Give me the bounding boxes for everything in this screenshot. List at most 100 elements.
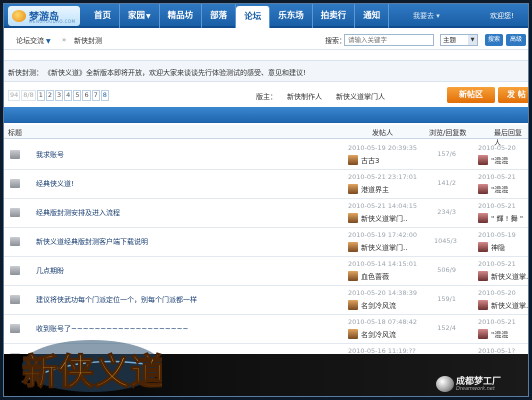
main-nav: 首页 家园▼ 精品坊 部落 论坛 乐东场 拍卖行 通知 bbox=[86, 4, 390, 28]
last-reply-user-link[interactable]: 新侠义道掌.. bbox=[491, 272, 528, 282]
studio-logo: 成都梦工厂 Dreamwork.net bbox=[436, 374, 526, 396]
folder-icon bbox=[10, 150, 20, 159]
author-link[interactable]: 港道界主 bbox=[361, 185, 389, 195]
moderator-label: 版主： bbox=[256, 93, 277, 101]
nav-item-1[interactable]: 家园▼ bbox=[120, 4, 160, 28]
table-header: 标题 发帖人 浏览/回复数 最后回复人 bbox=[4, 125, 528, 147]
breadcrumb-board[interactable]: 新侠封测 bbox=[74, 36, 102, 46]
avatar bbox=[348, 242, 358, 252]
nav-item-4[interactable]: 论坛 bbox=[236, 6, 271, 28]
post-date: 2010-05-21 14:04:15 bbox=[348, 202, 418, 210]
table-row: 几点期盼 2010-05-14 14:15:01 血色蔷薇 506/9 2010-05-… bbox=[4, 257, 528, 286]
avatar bbox=[348, 155, 358, 165]
last-reply-user-link[interactable]: "混混 bbox=[491, 156, 508, 166]
last-reply-user-link[interactable]: " 輝 ! 舞 " bbox=[491, 214, 523, 224]
top-navigation-bar: 梦游岛 MENGYOUDAO.COM 首页 家园▼ 精品坊 部落 论坛 乐东场 拍卖行 通知 … bbox=[4, 4, 528, 28]
post-button[interactable]: 发 帖 bbox=[498, 87, 528, 103]
header-title: 标题 bbox=[8, 129, 22, 137]
last-reply-user-link[interactable]: "混混 bbox=[491, 330, 508, 340]
page-link[interactable]: 8 bbox=[100, 90, 109, 101]
topic-title-link[interactable]: 建议将侠武功每个门派定位一个，别每个门派都一样 bbox=[36, 295, 197, 305]
pagination: 94 8/8 12345678 bbox=[8, 90, 109, 102]
topic-title-link[interactable]: 经典侠义道! bbox=[36, 179, 74, 189]
author-link[interactable]: 名剑冷风流 bbox=[361, 301, 396, 311]
page-link[interactable]: 7 bbox=[91, 90, 100, 101]
author-link[interactable]: 血色蔷薇 bbox=[361, 272, 389, 282]
topic-title-link[interactable]: 经典版封测安排及进入流程 bbox=[36, 208, 120, 218]
table-row: 我求账号 2010-05-19 20:39:35 古古3 157/6 2010-05-2… bbox=[4, 141, 528, 170]
avatar bbox=[478, 300, 488, 310]
post-date: 2010-05-14 14:15:01 bbox=[348, 260, 418, 268]
view-reply-count: 506/9 bbox=[437, 266, 456, 274]
folder-icon bbox=[10, 295, 20, 304]
table-row: 经典侠义道! 2010-05-21 23:17:01 港道界主 141/2 2010-0… bbox=[4, 170, 528, 199]
breadcrumb-forum[interactable]: 论坛交流 ▼ bbox=[16, 36, 51, 46]
post-date: 2010-05-20 14:38:39 bbox=[348, 289, 418, 297]
avatar bbox=[348, 271, 358, 281]
nav-item-0[interactable]: 首页 bbox=[86, 4, 121, 28]
avatar bbox=[478, 184, 488, 194]
author-link[interactable]: 名剑冷风流 bbox=[361, 330, 396, 340]
topic-title-link[interactable]: 我求账号 bbox=[36, 150, 64, 160]
advanced-search-button[interactable]: 高级 bbox=[506, 34, 526, 46]
page-link[interactable]: 2 bbox=[45, 90, 55, 101]
new-post-area-button[interactable]: 新帖区 bbox=[447, 87, 495, 103]
folder-icon bbox=[10, 266, 20, 275]
moderator-link[interactable]: 新侠义道掌门人 bbox=[336, 92, 385, 102]
breadcrumb-bar: 论坛交流▼ » 新侠封测 搜索： 主题▼ 搜索 高级 bbox=[4, 32, 528, 50]
page-link[interactable]: 6 bbox=[82, 90, 91, 101]
avatar bbox=[348, 213, 358, 223]
breadcrumb-separator: » bbox=[62, 36, 67, 44]
last-reply-date: 2010-05-21 bbox=[478, 202, 516, 210]
author-link[interactable]: 新侠义道掌门.. bbox=[361, 243, 407, 253]
search-label: 搜索： bbox=[325, 37, 346, 45]
nav-item-3[interactable]: 部落 bbox=[202, 4, 237, 28]
page-link[interactable]: 1 bbox=[36, 90, 45, 101]
author-link[interactable]: 古古3 bbox=[361, 156, 379, 166]
avatar bbox=[348, 184, 358, 194]
folder-icon bbox=[10, 237, 20, 246]
folder-icon bbox=[10, 208, 20, 217]
nav-item-5[interactable]: 乐东场 bbox=[270, 4, 313, 28]
topic-title-link[interactable]: 新侠义道经典版封测客户端下载说明 bbox=[36, 237, 148, 247]
view-reply-count: 141/2 bbox=[437, 179, 456, 187]
nav-item-6[interactable]: 拍卖行 bbox=[313, 4, 356, 28]
studio-subtitle: Dreamwork.net bbox=[456, 386, 495, 392]
page-link[interactable]: 3 bbox=[55, 90, 64, 101]
page-link[interactable]: 5 bbox=[73, 90, 82, 101]
nav-item-7[interactable]: 通知 bbox=[355, 4, 390, 28]
last-reply-user-link[interactable]: "混混 bbox=[491, 185, 508, 195]
last-reply-user-link[interactable]: 神隐 bbox=[491, 243, 505, 253]
avatar bbox=[348, 300, 358, 310]
page-prev[interactable]: 94 bbox=[8, 90, 21, 101]
chevron-down-icon: ▼ bbox=[146, 13, 151, 20]
table-row: 新侠义道经典版封测客户端下载说明 2010-05-19 17:42:00 新侠义道掌… bbox=[4, 228, 528, 257]
search-button[interactable]: 搜索 bbox=[485, 34, 503, 46]
moderator-link[interactable]: 新侠制作人 bbox=[287, 92, 322, 102]
last-reply-date: 2010-05-19 bbox=[478, 231, 516, 239]
notice-text: 《新侠义道》全新版本即将开放，欢迎大家来谈谈先行体验测试的感受、意见和建议! bbox=[44, 69, 306, 77]
nav-item-2[interactable]: 精品坊 bbox=[160, 4, 203, 28]
avatar bbox=[478, 242, 488, 252]
site-logo[interactable]: 梦游岛 MENGYOUDAO.COM bbox=[8, 6, 80, 26]
page-total: 8/8 bbox=[21, 90, 36, 101]
header-counts: 浏览/回复数 bbox=[429, 129, 467, 137]
search-input[interactable] bbox=[344, 34, 434, 46]
logo-icon bbox=[12, 10, 26, 22]
avatar bbox=[348, 329, 358, 339]
page-link[interactable]: 4 bbox=[64, 90, 73, 101]
chevron-down-icon: ▼ bbox=[468, 35, 477, 45]
last-reply-date: 2010-05-20 bbox=[478, 289, 516, 297]
view-reply-count: 1045/3 bbox=[434, 237, 457, 245]
search-scope-select[interactable]: 主题 ▼ bbox=[440, 34, 478, 46]
topic-title-link[interactable]: 几点期盼 bbox=[36, 266, 64, 276]
avatar bbox=[478, 329, 488, 339]
post-date: 2010-05-19 17:42:00 bbox=[348, 231, 418, 239]
table-row: 建议将侠武功每个门派定位一个，别每个门派都一样 2010-05-20 14:38:… bbox=[4, 286, 528, 315]
author-link[interactable]: 新侠义道掌门.. bbox=[361, 214, 407, 224]
chevron-down-icon: ▼ bbox=[46, 38, 51, 45]
last-reply-user-link[interactable]: 新侠义道掌.. bbox=[491, 301, 528, 311]
user-menu[interactable]: 我要去 ▾ bbox=[413, 4, 440, 28]
logo-subtitle: MENGYOUDAO.COM bbox=[29, 19, 76, 24]
view-reply-count: 159/1 bbox=[437, 295, 456, 303]
